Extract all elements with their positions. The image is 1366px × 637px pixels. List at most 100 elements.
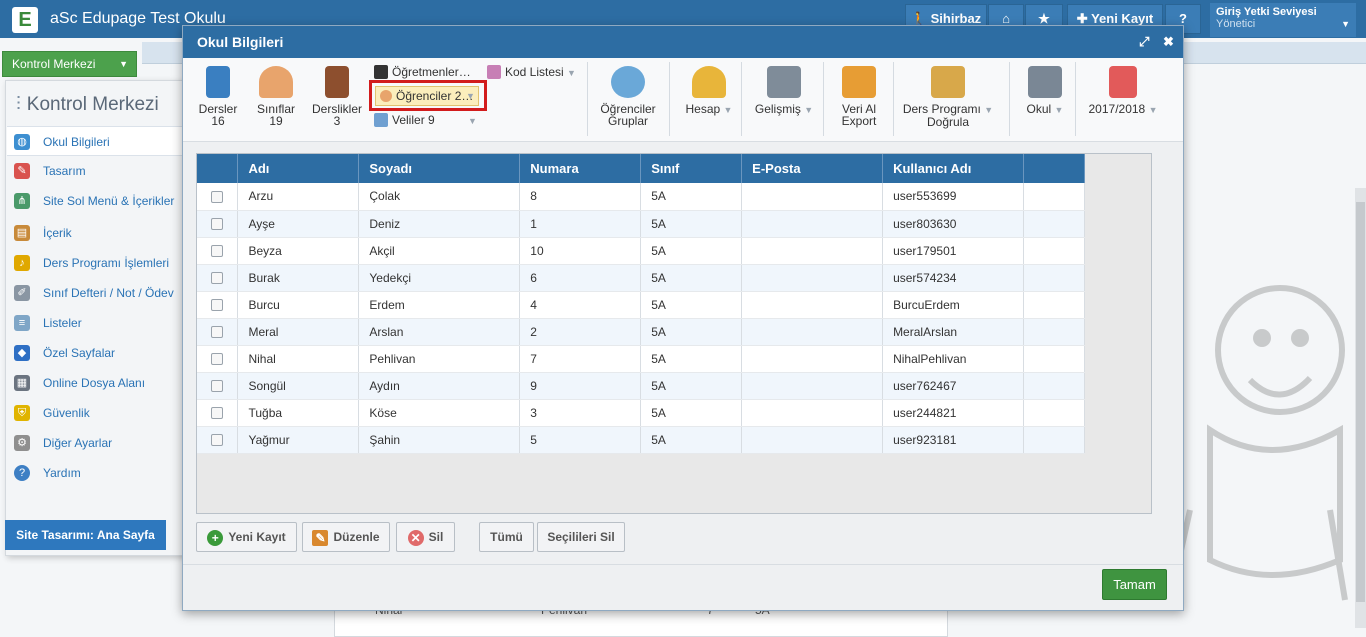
cp-item-yardim[interactable]: ? Yardım (7, 458, 187, 488)
site-design-button[interactable]: Site Tasarımı: Ana Sayfa (5, 520, 166, 550)
row-checkbox[interactable] (211, 245, 224, 258)
list-icon: ≡ (14, 315, 30, 331)
page-scrollbar[interactable] (1355, 188, 1366, 628)
table-row[interactable]: Arzu Çolak 8 5A user553699 (197, 183, 1085, 211)
cp-item-label: İçerik (43, 226, 72, 240)
table-row[interactable]: Songül Aydın 9 5A user762467 (197, 372, 1085, 400)
row-checkbox[interactable] (211, 380, 224, 393)
gelismis-label: Gelişmiş (754, 102, 801, 116)
header-email[interactable]: E-Posta (741, 154, 884, 183)
dialog-footer (183, 564, 1183, 610)
table-row[interactable]: Burcu Erdem 4 5A BurcuErdem (197, 291, 1085, 319)
cp-item-ozel-sayfalar[interactable]: ◆ Özel Sayfalar (7, 338, 187, 368)
cell-email (741, 345, 884, 373)
cp-item-online-dosya[interactable]: ▦ Online Dosya Alanı (7, 368, 187, 398)
maximize-icon[interactable]: ⤢ (1139, 34, 1149, 50)
table-row[interactable]: Meral Arslan 2 5A MeralArslan (197, 318, 1085, 346)
delete-selected-button[interactable]: Seçilileri Sil (537, 522, 625, 552)
hesap-button[interactable]: Hesap ▼ (679, 66, 739, 116)
cell-class: 5A (640, 399, 743, 427)
cp-item-diger-ayarlar[interactable]: ⚙ Diğer Ayarlar (7, 428, 187, 458)
cell-extra (1023, 372, 1085, 400)
cp-item-sinif-defteri[interactable]: ✐ Sınıf Defteri / Not / Ödev (7, 278, 187, 308)
row-checkbox[interactable] (211, 326, 224, 339)
gelismis-button[interactable]: Gelişmiş ▼ (751, 66, 817, 116)
header-number[interactable]: Numara (519, 154, 642, 183)
cp-item-icerik[interactable]: ▤ İçerik (7, 218, 187, 248)
chevron-down-icon: ▼ (119, 59, 128, 69)
cp-item-guvenlik[interactable]: ⛨ Güvenlik (7, 398, 187, 428)
table-row[interactable]: Nihal Pehlivan 7 5A NihalPehlivan (197, 345, 1085, 373)
ok-button[interactable]: Tamam (1102, 569, 1167, 600)
veri-al-button[interactable]: Veri Al Export (831, 66, 887, 127)
cell-class: 5A (640, 372, 743, 400)
ders-programi-dogrula-button[interactable]: Ders Programı ▼ Doğrula (901, 66, 995, 128)
header-class[interactable]: Sınıf (640, 154, 743, 183)
school-building-icon (1028, 66, 1062, 98)
control-center-button[interactable]: Kontrol Merkezi ▼ (2, 51, 137, 77)
row-checkbox[interactable] (211, 434, 224, 447)
table-row[interactable]: Yağmur Şahin 5 5A user923181 (197, 426, 1085, 454)
close-icon[interactable]: ✖ (1163, 34, 1174, 50)
dersler-button[interactable]: Dersler 16 (195, 66, 241, 127)
siniflar-count: 19 (269, 114, 283, 128)
select-all-button[interactable]: Tümü (479, 522, 534, 552)
header-username[interactable]: Kullanıcı Adı (882, 154, 1024, 183)
table-row[interactable]: Burak Yedekçi 6 5A user574234 (197, 264, 1085, 292)
ogrenciler-gruplar-button[interactable]: Öğrenciler Gruplar (597, 66, 659, 127)
cell-class: 5A (640, 291, 743, 319)
table-row[interactable]: Beyza Akçil 10 5A user179501 (197, 237, 1085, 265)
cp-item-listeler[interactable]: ≡ Listeler (7, 308, 187, 338)
cell-last-name: Köse (358, 399, 521, 427)
header-last-name[interactable]: Soyadı (358, 154, 521, 183)
cp-item-ders-programi[interactable]: ♪ Ders Programı İşlemleri (7, 248, 187, 278)
control-center-title: ⫶ Kontrol Merkezi (16, 94, 159, 116)
header-first-name[interactable]: Adı (237, 154, 360, 183)
table-row[interactable]: Ayşe Deniz 1 5A user803630 (197, 210, 1085, 238)
cell-first-name: Ayşe (237, 210, 360, 238)
scrollbar-thumb[interactable] (1356, 202, 1365, 602)
ogretmenler-button[interactable]: Öğretmenler… (373, 63, 471, 81)
cp-item-okul-bilgileri[interactable]: ◍ Okul Bilgileri (7, 126, 187, 156)
delete-selected-label: Seçilileri Sil (547, 530, 615, 544)
cell-username: user179501 (882, 237, 1024, 265)
row-checkbox[interactable] (211, 191, 224, 204)
books-icon (487, 65, 501, 79)
okul-button[interactable]: Okul ▼ (1019, 66, 1071, 116)
row-checkbox[interactable] (211, 353, 224, 366)
user-level-dropdown[interactable]: Giriş Yetki Seviyesi Yönetici ▼ (1210, 3, 1356, 37)
ribbon-separator (587, 62, 588, 136)
key-icon (692, 66, 726, 98)
groups-icon (611, 66, 645, 98)
table-row[interactable]: Tuğba Köse 3 5A user244821 (197, 399, 1085, 427)
siniflar-button[interactable]: Sınıflar 19 (253, 66, 299, 127)
ribbon-separator (893, 62, 894, 136)
edupage-logo[interactable]: E (12, 7, 38, 33)
control-center-button-label: Kontrol Merkezi (12, 57, 96, 71)
cell-email (741, 372, 884, 400)
row-checkbox[interactable] (211, 218, 224, 231)
kod-listesi-button[interactable]: Kod Listesi ▼ (486, 63, 576, 81)
cell-username: user553699 (882, 183, 1024, 211)
cell-number: 5 (519, 426, 642, 454)
cell-number: 6 (519, 264, 642, 292)
veliler-button[interactable]: Veliler 9 ▼ (373, 111, 477, 129)
row-select-cell (197, 291, 239, 319)
row-checkbox[interactable] (211, 299, 224, 312)
school-year-button[interactable]: 2017/2018 ▼ (1083, 66, 1163, 116)
sliders-icon: ⫶ (16, 94, 21, 115)
new-record-button[interactable]: + Yeni Kayıt (196, 522, 297, 552)
school-info-dialog: Okul Bilgileri ⤢ ✖ Dersler 16 Sınıflar 1… (182, 25, 1184, 611)
cell-email (741, 291, 884, 319)
cp-item-site-menu[interactable]: ⋔ Site Sol Menü & İçerikler (7, 186, 187, 216)
edit-button[interactable]: ✎ Düzenle (302, 522, 390, 552)
derslikler-button[interactable]: Derslikler 3 (309, 66, 365, 127)
help-label: ? (1179, 11, 1187, 26)
row-checkbox[interactable] (211, 272, 224, 285)
delete-button[interactable]: ✕ Sil (396, 522, 455, 552)
table-body: Arzu Çolak 8 5A user553699 Ayşe Deniz 1 5A user80… (197, 183, 1085, 454)
cp-item-tasarim[interactable]: ✎ Tasarım (7, 156, 187, 186)
ribbon-separator (1075, 62, 1076, 136)
globe-icon: ◍ (14, 134, 30, 150)
row-checkbox[interactable] (211, 407, 224, 420)
